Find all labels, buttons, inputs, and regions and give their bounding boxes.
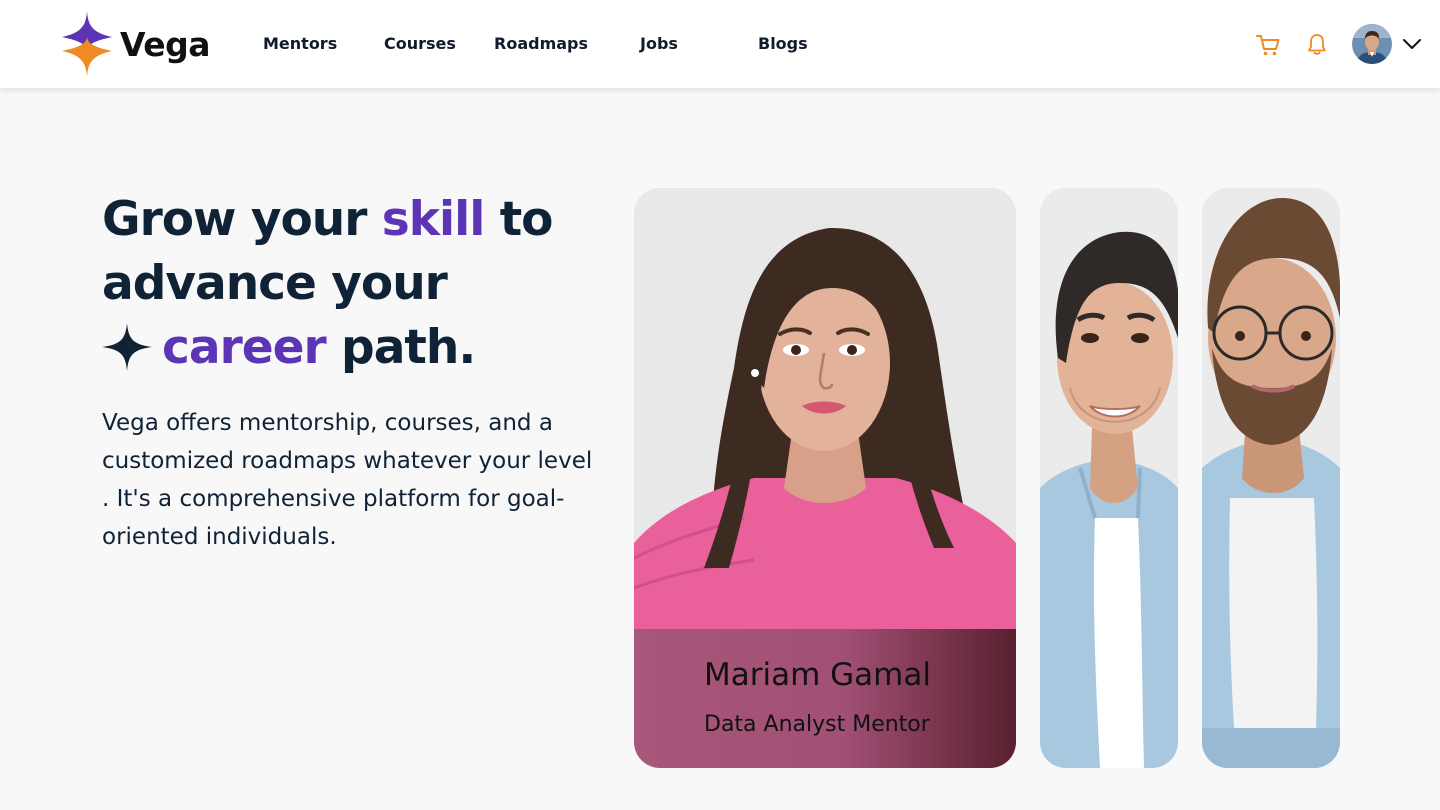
nav-blogs[interactable]: Blogs <box>758 34 808 53</box>
featured-mentor-card[interactable]: Mariam Gamal Data Analyst Mentor <box>634 188 1016 768</box>
mentor-caption: Mariam Gamal Data Analyst Mentor <box>634 629 1016 768</box>
chevron-down-icon[interactable] <box>1401 36 1423 52</box>
headline-part-1: Grow your <box>102 192 382 247</box>
mentor-card[interactable] <box>1202 188 1340 768</box>
sparkle-icon <box>102 323 152 371</box>
mentor-role: Data Analyst Mentor <box>704 712 930 737</box>
headline-part-3: path. <box>325 320 476 375</box>
nav-roadmaps[interactable]: Roadmaps <box>494 34 588 53</box>
mentor-photo <box>634 188 1016 629</box>
mentor-photo <box>1202 188 1340 768</box>
bell-icon[interactable] <box>1304 32 1330 58</box>
user-avatar[interactable] <box>1352 24 1392 64</box>
nav-jobs[interactable]: Jobs <box>640 34 678 53</box>
nav-mentors[interactable]: Mentors <box>263 34 337 53</box>
top-navbar: Vega Mentors Courses Roadmaps Jobs Blogs <box>0 0 1440 88</box>
headline-highlight-skill: skill <box>381 192 486 247</box>
vega-logo[interactable]: Vega <box>60 11 211 77</box>
mentor-card[interactable] <box>1040 188 1178 768</box>
hero-description: Vega offers mentorship, courses, and a c… <box>102 410 593 550</box>
nav-courses[interactable]: Courses <box>384 34 456 53</box>
mentor-name: Mariam Gamal <box>704 657 931 693</box>
mentor-photo <box>1040 188 1178 768</box>
hero-headline: Grow your skill to advance your career p… <box>102 188 602 380</box>
cart-icon[interactable] <box>1255 32 1281 58</box>
headline-highlight-career: career <box>162 320 327 375</box>
vega-star-logo-icon <box>62 11 112 77</box>
brand-name: Vega <box>120 24 211 64</box>
